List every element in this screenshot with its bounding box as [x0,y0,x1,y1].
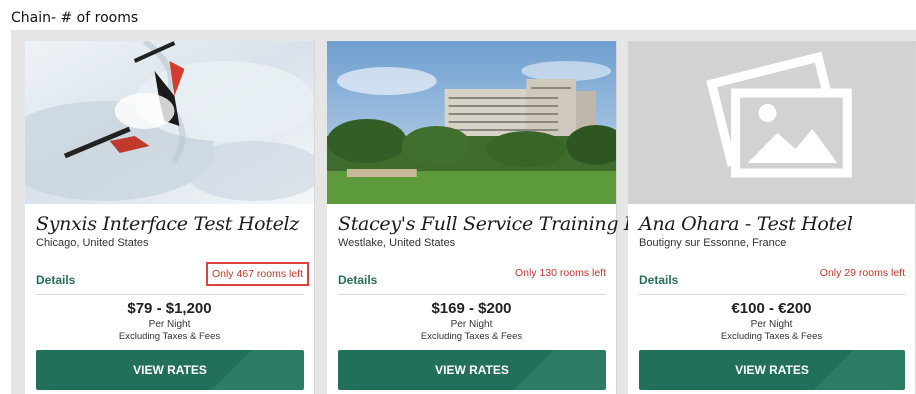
price-range: $169 - $200 [431,300,512,317]
price-range: €100 - €200 [731,300,812,317]
per-night-label: Per Night [750,319,793,330]
view-rates-button[interactable]: VIEW RATES [338,350,606,390]
view-rates-button[interactable]: VIEW RATES [36,350,304,390]
hotel-name[interactable]: Ana Ohara - Test Hotel [639,213,907,235]
divider [36,294,304,295]
hotel-card: Synxis Interface Test Hotelz Chicago, Un… [25,41,315,394]
image-placeholder-icon[interactable] [628,41,915,204]
view-rates-button[interactable]: VIEW RATES [639,350,905,390]
details-link[interactable]: Details [338,273,377,287]
hotel-card: Stacey's Full Service Training Hotel Wes… [327,41,676,394]
hotel-name[interactable]: Stacey's Full Service Training Hotel [338,213,676,235]
rooms-left-badge: Only 467 rooms left [205,262,309,286]
hotel-photo-building[interactable] [327,41,616,204]
hotel-photo-skier[interactable] [25,41,314,204]
divider [338,294,606,295]
per-night-label: Per Night [148,319,191,330]
hotel-location: Boutigny sur Essonne, France [639,237,787,249]
divider [639,294,905,295]
per-night-label: Per Night [450,319,493,330]
taxes-note: Excluding Taxes & Fees [118,331,221,342]
hotel-card: Ana Ohara - Test Hotel Boutigny sur Esso… [628,41,916,394]
rooms-left-badge: Only 29 rooms left [819,267,905,279]
price-range: $79 - $1,200 [127,300,212,317]
hotel-location: Chicago, United States [36,237,149,249]
hotel-location: Westlake, United States [338,237,456,249]
rooms-left-badge: Only 130 rooms left [514,267,606,279]
details-link[interactable]: Details [639,273,678,287]
taxes-note: Excluding Taxes & Fees [720,331,823,342]
details-link[interactable]: Details [36,273,75,287]
page-caption: Chain- # of rooms [11,10,139,26]
hotel-results-panel: Synxis Interface Test Hotelz Chicago, Un… [11,30,916,394]
taxes-note: Excluding Taxes & Fees [420,331,523,342]
hotel-name[interactable]: Synxis Interface Test Hotelz [36,213,306,235]
